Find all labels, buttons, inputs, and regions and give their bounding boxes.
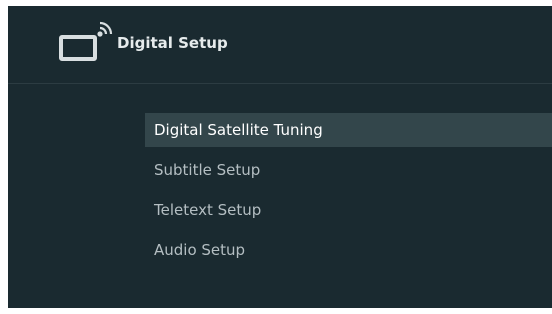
page-title: Digital Setup bbox=[117, 34, 228, 52]
menu-item-label: Digital Satellite Tuning bbox=[154, 121, 323, 139]
menu-item-label: Teletext Setup bbox=[154, 201, 262, 219]
menu-item-audio-setup[interactable]: Audio Setup bbox=[145, 233, 552, 273]
tv-antenna-icon bbox=[57, 19, 113, 65]
settings-menu: Digital Satellite Tuning Subtitle Setup … bbox=[145, 113, 552, 273]
header-divider bbox=[8, 83, 552, 84]
menu-item-label: Subtitle Setup bbox=[154, 161, 261, 179]
menu-item-teletext-setup[interactable]: Teletext Setup bbox=[145, 193, 552, 233]
menu-item-digital-satellite-tuning[interactable]: Digital Satellite Tuning bbox=[145, 113, 552, 147]
header: Digital Setup bbox=[8, 6, 552, 84]
tv-menu-screen: Digital Setup Digital Satellite Tuning S… bbox=[8, 6, 552, 308]
menu-item-label: Audio Setup bbox=[154, 241, 246, 259]
menu-item-subtitle-setup[interactable]: Subtitle Setup bbox=[145, 153, 552, 193]
